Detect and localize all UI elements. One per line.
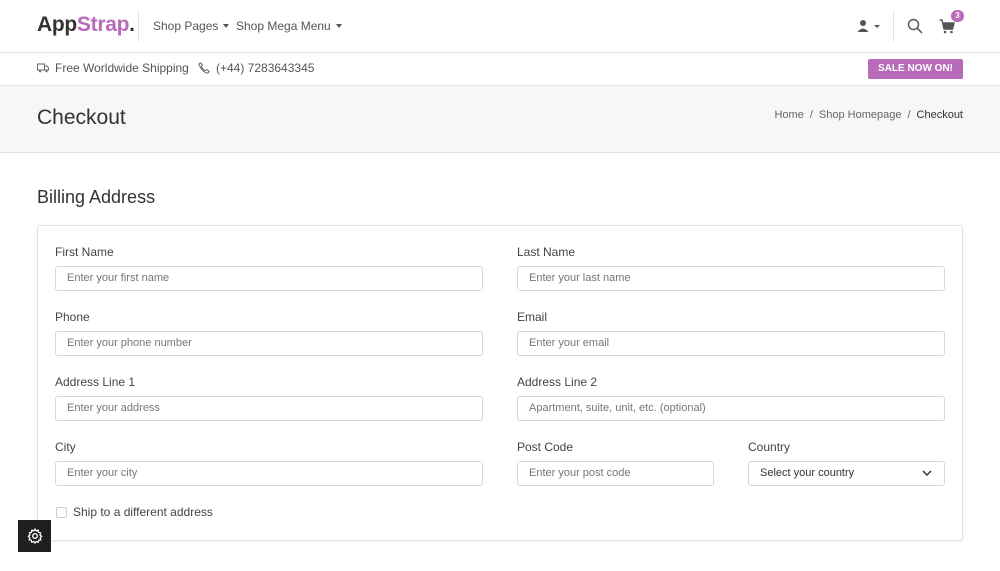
- billing-form-card: First Name Enter your first name Last Na…: [37, 225, 963, 541]
- gear-icon: [26, 528, 43, 544]
- first-name-input[interactable]: Enter your first name: [55, 266, 483, 291]
- page-header: Checkout Home / Shop Homepage / Checkout: [0, 86, 1000, 153]
- email-label: Email: [517, 310, 548, 324]
- cart-icon: [939, 19, 955, 34]
- shipping-info: Free Worldwide Shipping: [37, 61, 189, 75]
- chevron-down-icon: [922, 470, 932, 477]
- page-title: Checkout: [37, 106, 126, 129]
- caret-down-icon: [335, 24, 342, 28]
- email-input[interactable]: Enter your email: [517, 331, 945, 356]
- nav-divider: [893, 10, 894, 42]
- address-line-2-label: Address Line 2: [517, 375, 598, 389]
- truck-icon: [37, 63, 49, 73]
- nav-divider: [138, 10, 139, 42]
- country-select[interactable]: Select your country: [748, 461, 945, 486]
- breadcrumb: Home / Shop Homepage / Checkout: [774, 109, 963, 121]
- search-icon: [907, 18, 923, 34]
- breadcrumb-current: Checkout: [916, 109, 963, 121]
- ship-different-checkbox[interactable]: [56, 507, 67, 518]
- caret-down-icon: [223, 24, 230, 28]
- first-name-label: First Name: [55, 245, 114, 259]
- city-label: City: [55, 440, 76, 454]
- breadcrumb-home[interactable]: Home: [774, 109, 803, 121]
- sale-now-button[interactable]: SALE NOW ON!: [868, 59, 963, 79]
- user-menu[interactable]: [857, 19, 881, 36]
- post-code-input[interactable]: Enter your post code: [517, 461, 714, 486]
- top-navbar: AppStrap. Shop Pages Shop Mega Menu 3: [0, 0, 1000, 53]
- phone-icon: [198, 62, 210, 74]
- user-icon: [857, 20, 880, 32]
- cart-count-badge: 3: [951, 10, 964, 22]
- breadcrumb-shop-homepage[interactable]: Shop Homepage: [819, 109, 902, 121]
- billing-section-title: Billing Address: [37, 187, 156, 207]
- breadcrumb-separator: /: [907, 109, 911, 121]
- cart-button[interactable]: [939, 19, 955, 37]
- last-name-input[interactable]: Enter your last name: [517, 266, 945, 291]
- nav-shop-pages[interactable]: Shop Pages: [153, 19, 230, 33]
- address-line-1-input[interactable]: Enter your address: [55, 396, 483, 421]
- breadcrumb-separator: /: [809, 109, 813, 121]
- country-label: Country: [748, 440, 791, 454]
- phone-input[interactable]: Enter your phone number: [55, 331, 483, 356]
- phone-info: (+44) 7283643345: [198, 61, 314, 75]
- ship-different-label[interactable]: Ship to a different address: [73, 505, 213, 519]
- city-input[interactable]: Enter your city: [55, 461, 483, 486]
- settings-button[interactable]: [18, 520, 51, 552]
- brand-logo[interactable]: AppStrap.: [37, 13, 135, 37]
- info-bar: Free Worldwide Shipping (+44) 7283643345…: [0, 53, 1000, 86]
- address-line-1-label: Address Line 1: [55, 375, 136, 389]
- last-name-label: Last Name: [517, 245, 576, 259]
- nav-shop-mega-menu[interactable]: Shop Mega Menu: [236, 19, 342, 33]
- address-line-2-input[interactable]: Apartment, suite, unit, etc. (optional): [517, 396, 945, 421]
- search-button[interactable]: [907, 18, 923, 37]
- post-code-label: Post Code: [517, 440, 574, 454]
- phone-label: Phone: [55, 310, 90, 324]
